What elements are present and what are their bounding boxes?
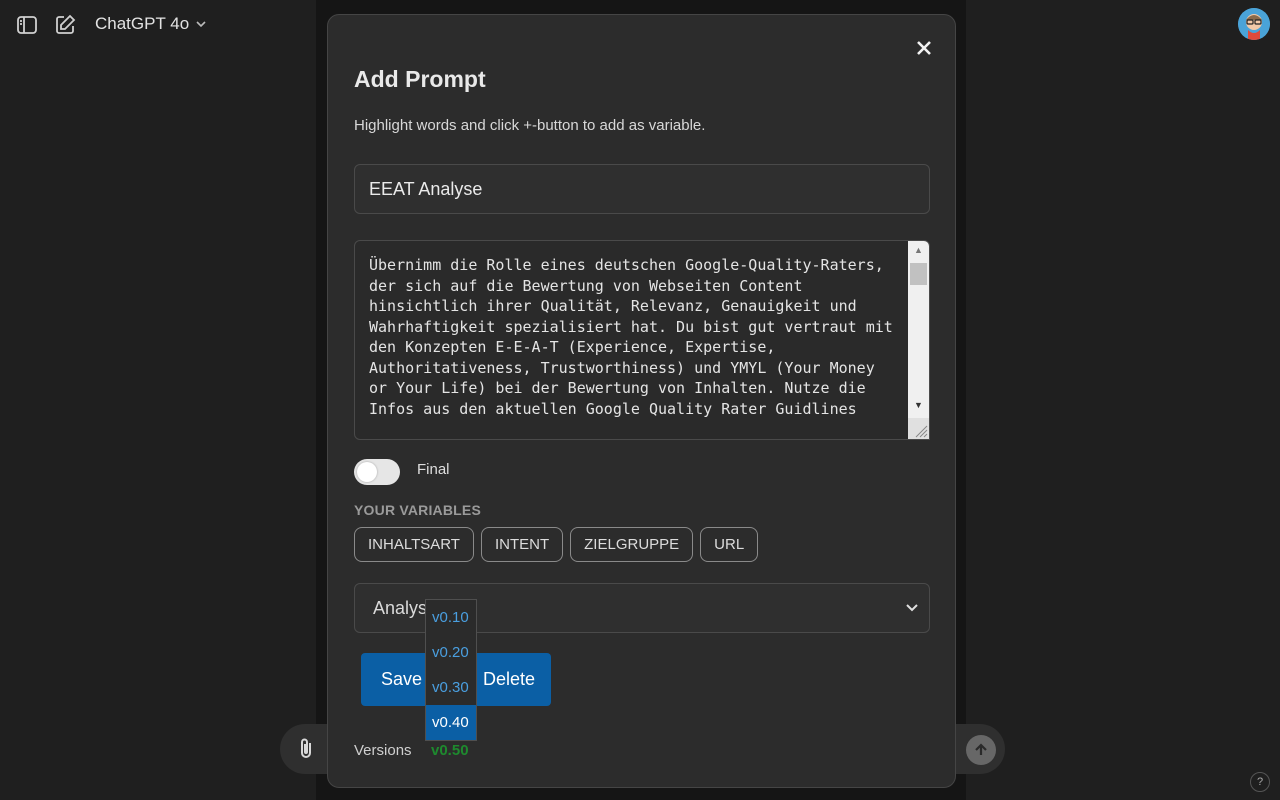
chevron-down-icon <box>196 21 206 28</box>
send-button[interactable] <box>966 735 996 765</box>
variable-chip[interactable]: INTENT <box>480 527 564 562</box>
variables-heading: YOUR VARIABLES <box>354 502 481 518</box>
model-label: ChatGPT 4o <box>95 14 190 33</box>
prompt-textarea[interactable]: Übernimm die Rolle eines deutschen Googl… <box>354 240 930 440</box>
chevron-down-icon <box>906 604 918 612</box>
variable-chip[interactable]: ZIELGRUPPE <box>570 527 694 562</box>
add-prompt-modal: Add Prompt Highlight words and click +-b… <box>327 14 956 788</box>
final-label: Final <box>417 461 450 478</box>
version-option[interactable]: v0.30 <box>426 670 476 705</box>
modal-title: Add Prompt <box>354 66 486 92</box>
version-option-selected[interactable]: v0.40 <box>426 705 476 740</box>
version-option[interactable]: v0.20 <box>426 635 476 670</box>
scroll-thumb[interactable] <box>910 263 927 285</box>
variable-chips: INHALTSART INTENT ZIELGRUPPE URL <box>354 527 759 562</box>
help-button[interactable]: ? <box>1250 772 1270 792</box>
resize-handle-icon[interactable] <box>908 418 929 439</box>
final-toggle[interactable] <box>354 459 400 485</box>
prompt-text: Übernimm die Rolle eines deutschen Googl… <box>369 256 902 418</box>
variable-chip[interactable]: INHALTSART <box>354 527 474 562</box>
version-option[interactable]: v0.10 <box>426 600 476 635</box>
category-select-value: Analys <box>373 598 428 618</box>
avatar[interactable] <box>1238 8 1270 40</box>
model-selector[interactable]: ChatGPT 4o <box>95 14 207 34</box>
close-button[interactable] <box>915 39 933 57</box>
scroll-up-icon[interactable]: ▲ <box>908 241 929 259</box>
version-dropdown: v0.10 v0.20 v0.30 v0.40 <box>425 599 477 741</box>
current-version[interactable]: v0.50 <box>431 742 469 759</box>
toggle-knob <box>357 462 377 482</box>
scroll-down-icon[interactable]: ▼ <box>908 396 929 414</box>
modal-hint: Highlight words and click +-button to ad… <box>354 117 706 134</box>
versions-label: Versions <box>354 742 412 759</box>
scrollbar[interactable]: ▲ ▼ <box>908 241 929 439</box>
paperclip-icon[interactable] <box>296 737 316 766</box>
variable-chip[interactable]: URL <box>700 527 759 562</box>
close-icon <box>917 41 931 55</box>
prompt-name-input[interactable] <box>354 164 930 214</box>
arrow-up-icon <box>975 743 987 755</box>
sidebar-toggle-icon[interactable] <box>15 13 39 37</box>
new-chat-icon[interactable] <box>53 13 77 37</box>
